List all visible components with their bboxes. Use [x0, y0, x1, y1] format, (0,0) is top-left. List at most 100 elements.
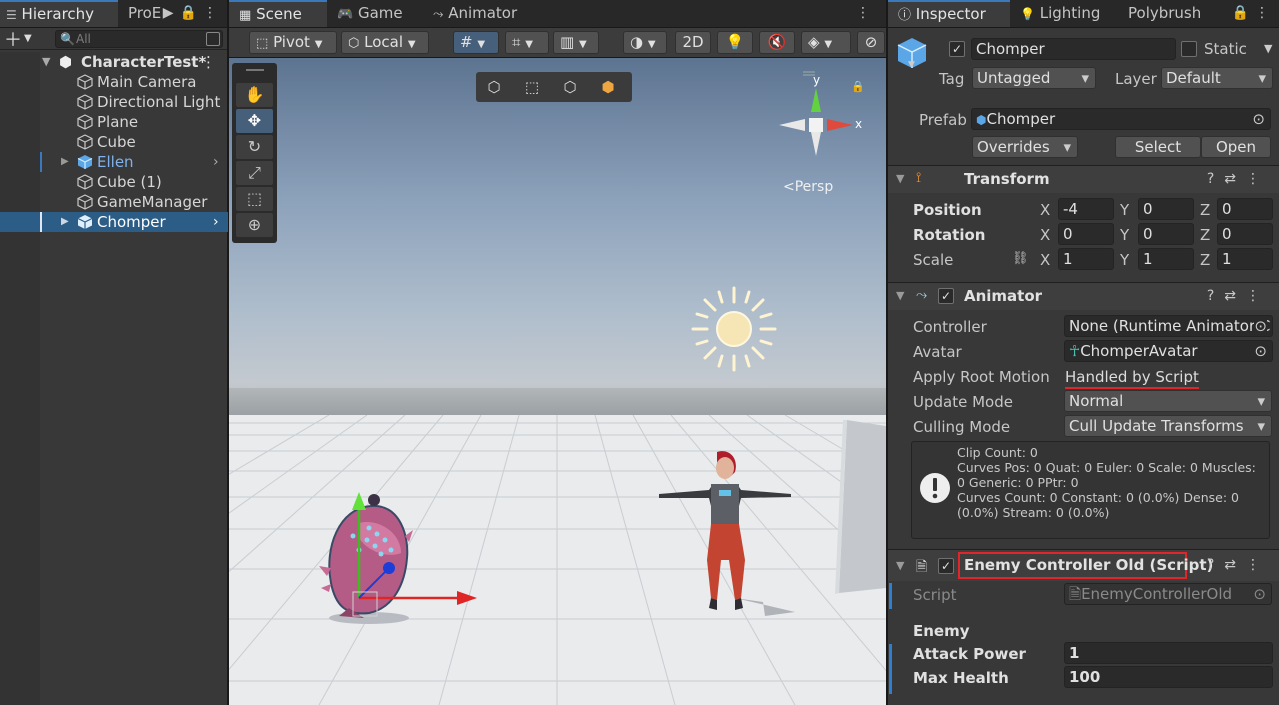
grid-snap-toggle[interactable]: # ▼ [453, 31, 499, 54]
cube-wire-icon[interactable]: ⬡ [479, 75, 509, 99]
presets-icon[interactable]: ⇄ [1224, 171, 1246, 187]
kebab-menu-icon[interactable]: ⋮ [1246, 171, 1270, 187]
cube-solid-icon[interactable]: ⬢ [593, 75, 623, 99]
rect-tool-button[interactable]: ⬚ [236, 187, 273, 211]
list-item-selected[interactable]: ▶ Chomper › [0, 212, 228, 232]
active-checkbox[interactable]: ✓ [949, 41, 965, 57]
kebab-menu-icon[interactable]: ⋮ [1255, 5, 1275, 21]
kebab-menu-icon[interactable]: ⋮ [201, 52, 216, 72]
gizmo-lock-icon[interactable]: 🔒 [851, 80, 865, 93]
kebab-menu-icon[interactable]: ⋮ [856, 5, 876, 21]
object-picker-icon[interactable]: ⊙ [1252, 109, 1265, 129]
kebab-menu-icon[interactable]: ⋮ [1246, 557, 1270, 573]
scale-tool-button[interactable]: ⤢ [236, 161, 273, 185]
chevron-right-icon[interactable]: › [213, 152, 219, 172]
help-icon[interactable]: ? [1207, 171, 1224, 187]
local-dropdown[interactable]: ⬡ Local ▼ [341, 31, 429, 54]
rotate-tool-button[interactable]: ↻ [236, 135, 273, 159]
tab-polybrush[interactable]: Polybrush [1118, 0, 1218, 27]
scale-x-field[interactable]: 1 [1058, 248, 1114, 270]
cube-object[interactable] [829, 418, 886, 598]
rotation-x-field[interactable]: 0 [1058, 223, 1114, 245]
list-item[interactable]: GameManager [0, 192, 228, 212]
scale-z-field[interactable]: 1 [1217, 248, 1273, 270]
increment-snap-toggle[interactable]: ⌗ ▼ [505, 31, 549, 54]
drag-handle[interactable] [246, 69, 264, 71]
mode-2d-toggle[interactable]: 2D [675, 31, 711, 54]
tab-animator[interactable]: ⤳ Animator [423, 0, 533, 27]
chevron-down-icon[interactable]: ▼ [908, 60, 915, 70]
list-item[interactable]: Cube [0, 132, 228, 152]
object-picker-icon[interactable]: ⊙ [1254, 341, 1267, 361]
expand-arrow-icon[interactable]: ▶ [61, 152, 69, 172]
shading-mode-dropdown[interactable]: ◑ ▼ [623, 31, 667, 54]
fold-arrow-icon[interactable]: ▼ [896, 559, 904, 572]
hierarchy-tab-menu[interactable]: ▶🔒⋮ [163, 5, 223, 21]
move-tool-button[interactable]: ✥ [236, 109, 273, 133]
tag-dropdown[interactable]: Untagged [972, 67, 1096, 89]
component-actions[interactable]: ?⇄⋮ [1207, 171, 1270, 187]
tab-game[interactable]: 🎮 Game [327, 0, 423, 27]
list-item[interactable]: Directional Light [0, 92, 228, 112]
kebab-menu-icon[interactable]: ⋮ [1246, 288, 1270, 304]
hierarchy-search-input[interactable]: 🔍 All [55, 30, 223, 48]
effects-dropdown[interactable]: ◈ ▼ [801, 31, 851, 54]
rotation-y-field[interactable]: 0 [1138, 223, 1194, 245]
chevron-down-icon[interactable]: ▼ [24, 33, 32, 44]
transform-tool-button[interactable]: ⊕ [236, 213, 273, 237]
help-icon[interactable]: ? [1207, 288, 1224, 304]
animator-enabled-checkbox[interactable]: ✓ [938, 288, 954, 304]
position-z-field[interactable]: 0 [1217, 198, 1273, 220]
help-icon[interactable]: ? [1207, 557, 1224, 573]
select-button[interactable]: Select [1115, 136, 1201, 158]
search-filter-icon[interactable] [206, 32, 220, 46]
ruler-toggle[interactable]: ▥ ▼ [553, 31, 599, 54]
chevron-down-icon[interactable]: ▼ [1264, 42, 1272, 55]
chevron-right-icon[interactable]: › [213, 212, 219, 232]
constrain-proportions-icon[interactable]: ⛓ [1012, 251, 1029, 266]
rect-select-icon[interactable]: ⬚ [517, 75, 547, 99]
fold-arrow-icon[interactable]: ▼ [896, 289, 904, 302]
sun-light-icon[interactable] [689, 284, 779, 374]
hand-tool-button[interactable]: ✋ [236, 83, 273, 107]
enemy-controller-header[interactable]: ▼ 🗎 ✓ Enemy Controller Old (Script) ?⇄⋮ [888, 549, 1279, 581]
layer-dropdown[interactable]: Default [1161, 67, 1273, 89]
max-health-field[interactable]: 100 [1064, 666, 1273, 688]
prefab-field[interactable]: ⬢Chomper ⊙ [971, 108, 1271, 130]
lock-icon[interactable]: 🔒 [1232, 5, 1255, 21]
cube-outline-icon[interactable]: ⬡ [555, 75, 585, 99]
tab-scene[interactable]: ▦ Scene [229, 0, 327, 27]
script-enabled-checkbox[interactable]: ✓ [938, 558, 954, 574]
tab-hierarchy[interactable]: ☰ Hierarchy [0, 0, 118, 27]
static-checkbox[interactable] [1181, 41, 1197, 57]
animator-header[interactable]: ▼ ⤳ ✓ Animator ?⇄⋮ [888, 282, 1279, 310]
object-name-field[interactable]: Chomper [971, 38, 1176, 60]
update-mode-dropdown[interactable]: Normal [1064, 390, 1272, 412]
expand-arrow-icon[interactable]: ▶ [61, 212, 69, 232]
kebab-menu-icon[interactable]: ⋮ [203, 5, 223, 21]
rotation-z-field[interactable]: 0 [1217, 223, 1273, 245]
list-item[interactable]: Main Camera [0, 72, 228, 92]
list-item[interactable]: ▶ Ellen › [0, 152, 228, 172]
position-x-field[interactable]: -4 [1058, 198, 1114, 220]
fold-arrow-icon[interactable]: ▼ [896, 172, 904, 185]
visibility-toggle[interactable]: ⊘ [857, 31, 885, 54]
scene-viewport[interactable]: ✋ ✥ ↻ ⤢ ⬚ ⊕ ⬡ ⬚ ⬡ ⬢ y x 🔒 <Persp [229, 58, 886, 705]
component-actions[interactable]: ?⇄⋮ [1207, 557, 1270, 573]
tab-lighting[interactable]: 💡 Lighting [1010, 0, 1118, 27]
avatar-field[interactable]: ☥ChomperAvatar ⊙ [1064, 340, 1273, 362]
controller-field[interactable]: None (Runtime Animator C ⊙ [1064, 315, 1273, 337]
chomper-object[interactable] [309, 488, 489, 628]
scene-root-row[interactable]: ▼ ⬢ CharacterTest* ⋮ [0, 52, 228, 72]
tab-inspector[interactable]: ⓘ Inspector [888, 0, 1010, 27]
inspector-tab-menu[interactable]: 🔒⋮ [1232, 5, 1275, 21]
position-y-field[interactable]: 0 [1138, 198, 1194, 220]
play-arrow-icon[interactable]: ▶ [163, 5, 180, 21]
lighting-toggle[interactable]: 💡 [717, 31, 753, 54]
audio-toggle[interactable]: 🔇 [759, 31, 795, 54]
presets-icon[interactable]: ⇄ [1224, 557, 1246, 573]
component-actions[interactable]: ?⇄⋮ [1207, 288, 1270, 304]
perspective-label[interactable]: <Persp [783, 179, 833, 195]
attack-power-field[interactable]: 1 [1064, 642, 1273, 664]
open-button[interactable]: Open [1201, 136, 1271, 158]
